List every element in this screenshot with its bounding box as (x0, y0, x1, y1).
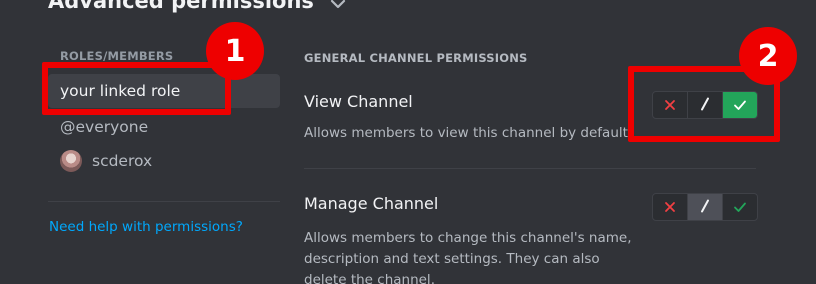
x-icon (664, 198, 676, 217)
neutral-button[interactable] (687, 194, 722, 220)
member-label: scderox (92, 152, 153, 170)
annotation-highlight-role (42, 62, 231, 115)
member-item-scderox[interactable]: scderox (48, 144, 280, 178)
check-icon (733, 198, 747, 217)
slash-icon (699, 198, 711, 217)
chevron-down-icon[interactable] (330, 0, 346, 13)
help-permissions-link[interactable]: Need help with permissions? (49, 219, 243, 235)
deny-button[interactable] (653, 194, 687, 220)
permission-description-view-channel: Allows members to view this channel by d… (304, 125, 633, 141)
annotation-badge-2: 2 (739, 27, 797, 85)
permission-divider (304, 168, 756, 169)
advanced-permissions-title: Advanced permissions (48, 0, 314, 13)
allow-button[interactable] (722, 194, 757, 220)
permission-title-view-channel: View Channel (304, 92, 413, 111)
roles-divider (48, 201, 280, 202)
permission-description-manage-channel: Allows members to change this channel's … (304, 230, 632, 284)
role-label: @everyone (60, 118, 149, 136)
advanced-permissions-header[interactable]: Advanced permissions (48, 0, 346, 13)
role-item-everyone[interactable]: @everyone (48, 110, 280, 144)
annotation-badge-1: 1 (206, 22, 264, 80)
permission-toggle-manage-channel (652, 193, 758, 221)
avatar (60, 150, 82, 172)
general-channel-permissions-heading: GENERAL CHANNEL PERMISSIONS (304, 51, 528, 65)
permission-title-manage-channel: Manage Channel (304, 194, 439, 213)
channel-permissions-page: Advanced permissions ROLES/MEMBERS your … (0, 0, 816, 284)
roles-members-heading: ROLES/MEMBERS (60, 49, 174, 63)
